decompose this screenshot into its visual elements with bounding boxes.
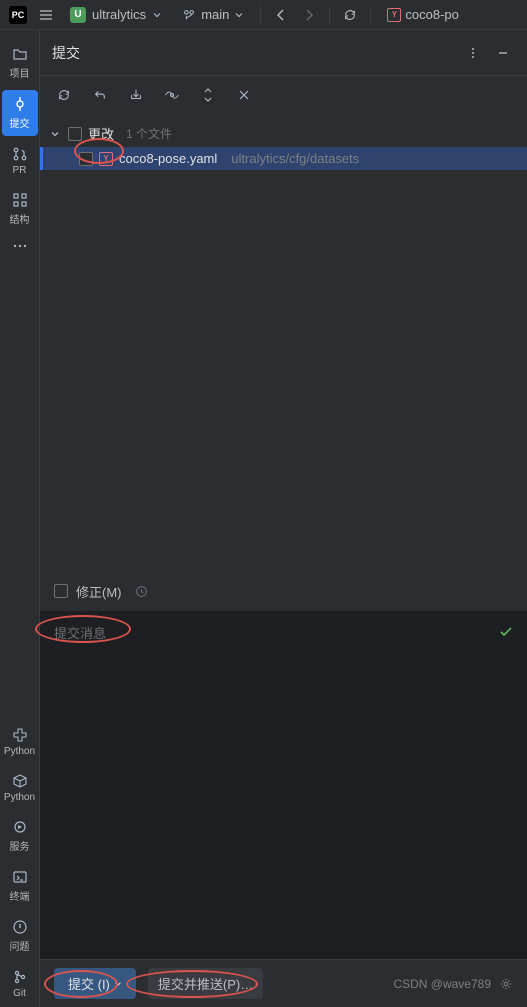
chevron-down-icon xyxy=(114,980,122,988)
diff-icon[interactable] xyxy=(160,83,184,107)
sidebar-item-python[interactable]: Python xyxy=(2,721,38,763)
changed-file-name: coco8-pose.yaml xyxy=(119,151,217,166)
sidebar-item-python-packages[interactable]: Python xyxy=(2,767,38,809)
minimize-icon[interactable] xyxy=(491,41,515,65)
amend-row: 修正(M) xyxy=(40,571,527,611)
amend-label: 修正(M) xyxy=(76,582,122,601)
checkmark-icon xyxy=(499,625,513,639)
sidebar-item-services[interactable]: 服务 xyxy=(2,813,38,859)
commit-button-label: 提交 (I) xyxy=(68,974,110,993)
changelists-icon[interactable] xyxy=(232,83,256,107)
sidebar-item-project[interactable]: 项目 xyxy=(2,40,38,86)
changed-file-path: ultralytics/cfg/datasets xyxy=(231,151,359,166)
commit-button[interactable]: 提交 (I) xyxy=(54,968,136,999)
sidebar-item-problems[interactable]: 问题 xyxy=(2,913,38,959)
group-checkbox[interactable] xyxy=(68,127,82,141)
change-group-row[interactable]: 更改 1 个文件 xyxy=(40,120,527,147)
sidebar-label: 终端 xyxy=(10,888,30,903)
editor-tab[interactable]: Y coco8-po xyxy=(379,0,466,29)
chevron-down-icon xyxy=(152,10,162,20)
change-group-name: 更改 xyxy=(88,124,114,143)
branch-selector[interactable]: main xyxy=(174,5,252,24)
git-icon xyxy=(12,969,28,985)
python-icon xyxy=(12,727,28,743)
branch-name: main xyxy=(201,7,229,22)
problems-icon xyxy=(12,919,28,935)
group-by-icon[interactable] xyxy=(196,83,220,107)
settings-icon[interactable] xyxy=(499,977,513,991)
sidebar-item-pr[interactable]: PR xyxy=(2,140,38,182)
project-selector[interactable]: U ultralytics xyxy=(62,5,170,25)
sidebar-label: 服务 xyxy=(10,838,30,853)
packages-icon xyxy=(12,773,28,789)
sidebar-label: 问题 xyxy=(10,938,30,953)
sidebar-label: 结构 xyxy=(10,211,30,226)
main-menu-icon[interactable] xyxy=(34,3,58,27)
refresh-icon[interactable] xyxy=(52,83,76,107)
commit-message-input[interactable]: 提交消息 xyxy=(40,611,527,653)
sidebar-label: Git xyxy=(13,988,26,999)
sidebar-item-commit[interactable]: 提交 xyxy=(2,90,38,136)
folder-icon xyxy=(12,46,28,62)
yaml-file-icon: Y xyxy=(99,152,113,166)
sidebar-label: Python xyxy=(4,746,35,757)
divider xyxy=(329,6,330,24)
nav-back-icon[interactable] xyxy=(269,3,293,27)
sidebar-label: PR xyxy=(13,165,27,176)
project-icon: U xyxy=(70,7,86,23)
rollback-icon[interactable] xyxy=(88,83,112,107)
structure-icon xyxy=(12,192,28,208)
refresh-icon[interactable] xyxy=(338,3,362,27)
divider xyxy=(260,6,261,24)
terminal-icon xyxy=(12,869,28,885)
chevron-down-icon xyxy=(234,10,244,20)
sidebar-item-terminal[interactable]: 终端 xyxy=(2,863,38,909)
changed-file-row[interactable]: Y coco8-pose.yaml ultralytics/cfg/datase… xyxy=(40,147,527,170)
commit-icon xyxy=(12,96,28,112)
sidebar-item-git[interactable]: Git xyxy=(2,963,38,1005)
chevron-down-icon[interactable] xyxy=(50,129,62,139)
project-name: ultralytics xyxy=(92,7,146,22)
app-icon: PC xyxy=(6,3,30,27)
yaml-file-icon: Y xyxy=(387,8,401,22)
sidebar-item-structure[interactable]: 结构 xyxy=(2,186,38,232)
tab-file-name: coco8-po xyxy=(405,7,458,22)
git-branch-icon xyxy=(182,8,196,22)
commit-message-placeholder: 提交消息 xyxy=(54,623,106,642)
sidebar-label: 提交 xyxy=(10,115,30,130)
services-icon xyxy=(12,819,28,835)
commit-and-push-button[interactable]: 提交并推送(P)… xyxy=(148,968,263,999)
pull-request-icon xyxy=(12,146,28,162)
commit-panel-header: 提交 xyxy=(40,30,527,76)
file-count: 1 个文件 xyxy=(126,125,172,142)
shelve-icon[interactable] xyxy=(124,83,148,107)
sidebar-label: Python xyxy=(4,792,35,803)
commit-toolbar xyxy=(40,76,527,114)
editor-background xyxy=(40,653,527,959)
more-icon xyxy=(12,242,28,250)
divider xyxy=(370,6,371,24)
commit-panel-title: 提交 xyxy=(52,43,80,63)
history-icon[interactable] xyxy=(130,579,154,603)
amend-checkbox[interactable] xyxy=(54,584,68,598)
nav-forward-icon[interactable] xyxy=(297,3,321,27)
watermark-text: CSDN @wave789 xyxy=(393,977,491,991)
file-checkbox[interactable] xyxy=(79,152,93,166)
sidebar-label: 项目 xyxy=(10,65,30,80)
sidebar-item-more[interactable] xyxy=(2,236,38,256)
options-icon[interactable] xyxy=(461,41,485,65)
